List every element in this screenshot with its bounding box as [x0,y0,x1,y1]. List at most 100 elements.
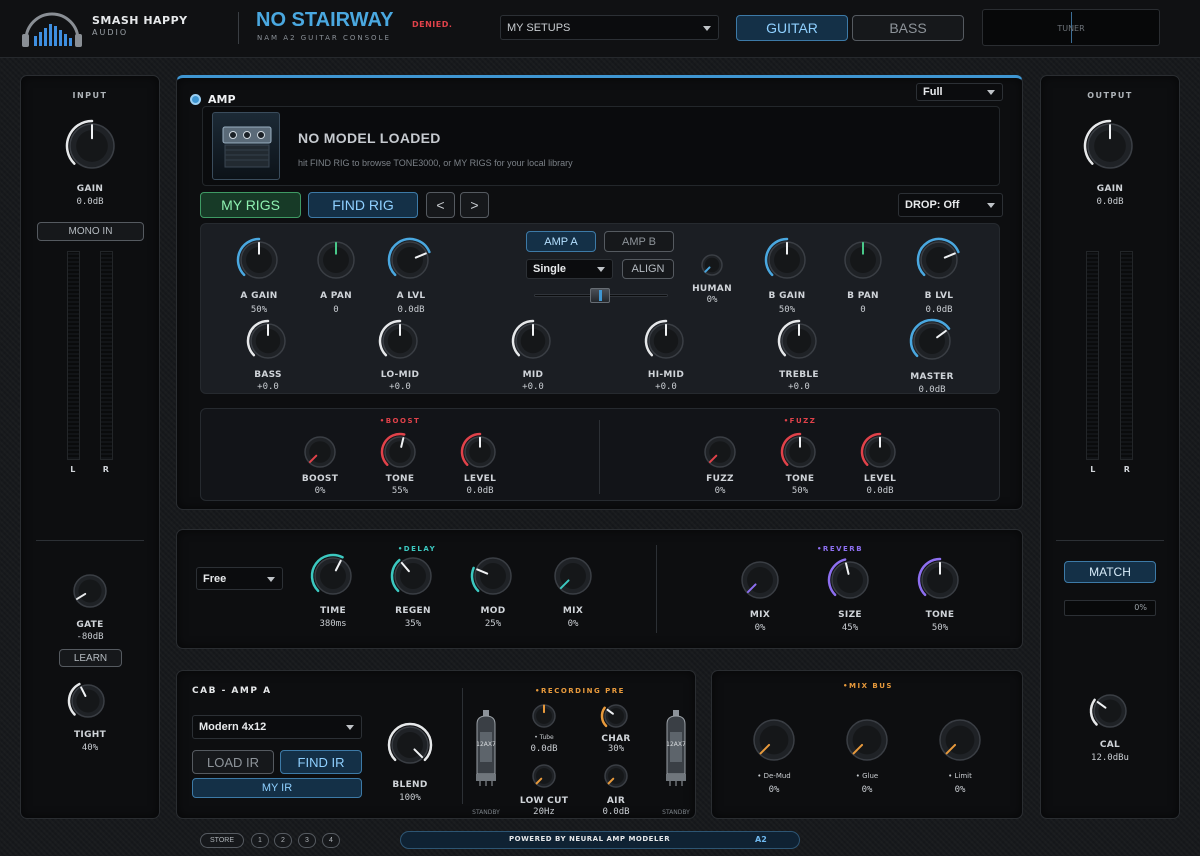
reverb-knob-value: 0% [754,623,766,633]
reverb-knob-label: SIZE [838,610,862,620]
lo-mid-knob[interactable] [377,318,423,364]
tight-knob[interactable] [66,679,110,723]
chevron-down-icon [267,576,275,582]
eq-knob-label: LO-MID [380,370,420,380]
preset-slot-1[interactable]: 1 [251,833,269,848]
char-knob[interactable] [599,699,633,733]
tube-drive-knob[interactable] [527,699,561,733]
output-divider [1056,540,1164,541]
denied-badge: DENIED. [412,20,453,29]
amp-top-knob-label: A GAIN [240,291,278,301]
human-knob[interactable] [696,249,728,281]
tab-guitar[interactable]: GUITAR [736,15,848,41]
bass-knob[interactable] [245,318,291,364]
a-gain-knob[interactable] [235,236,283,284]
drop-tuning-dropdown[interactable]: DROP: Off [898,193,1003,217]
reverb-size-knob[interactable] [826,556,874,604]
tuner-display[interactable]: TUNER [982,9,1160,46]
preset-slot-4[interactable]: 4 [322,833,340,848]
next-rig-button[interactable]: > [460,192,489,218]
b-pan-knob[interactable] [839,236,887,284]
brand-logo [20,10,84,48]
input-meter-left [67,251,80,460]
my-rigs-button[interactable]: MY RIGS [200,192,301,218]
mid-knob[interactable] [510,318,556,364]
amp-blend-slider-handle[interactable] [590,288,610,303]
learn-button[interactable]: LEARN [59,649,122,667]
delay-sync-dropdown[interactable]: Free [196,567,283,590]
amp-a-button[interactable]: AMP A [526,231,596,252]
boost-level-knob[interactable] [459,431,501,473]
amp-b-button[interactable]: AMP B [604,231,674,252]
reverb-tone-knob[interactable] [916,556,964,604]
gate-knob[interactable] [68,569,112,613]
glue-knob[interactable] [841,714,893,766]
model-title: NO MODEL LOADED [298,130,441,146]
input-divider [36,540,144,541]
cal-knob[interactable] [1088,689,1132,733]
find-rig-button[interactable]: FIND RIG [308,192,418,218]
setups-dropdown[interactable]: MY SETUPS [500,15,719,40]
align-button[interactable]: ALIGN [622,259,674,279]
fuzz-tone-knob[interactable] [779,431,821,473]
delay-mod-knob[interactable] [469,552,517,600]
master-knob[interactable] [908,317,956,365]
cab-model-dropdown[interactable]: Modern 4x12 [192,715,362,739]
reverb-mix-knob[interactable] [736,556,784,604]
tuner-label: TUNER [1057,24,1085,33]
model-display[interactable] [202,106,1000,186]
a-pan-knob[interactable] [312,236,360,284]
fuzz-knob-label: TONE [785,474,815,484]
amp-routing-dropdown[interactable]: Single [526,259,613,279]
hi-mid-knob[interactable] [643,318,689,364]
eq-knob-value: +0.0 [257,382,279,392]
cab-blend-knob[interactable] [386,721,434,769]
amp-mode-dropdown[interactable]: Full [916,83,1003,101]
tube-right-label: 12AX7 [666,741,686,748]
prev-rig-button[interactable]: < [426,192,455,218]
limit-knob[interactable] [934,714,986,766]
low-cut-value: 20Hz [533,807,555,817]
eq-knob-value: +0.0 [389,382,411,392]
cab-blend-label: BLEND [392,780,428,790]
fuzz-level-knob[interactable] [859,431,901,473]
tube-value: 0.0dB [530,744,558,754]
my-ir-button[interactable]: MY IR [192,778,362,798]
chevron-down-icon [987,203,995,208]
a-lvl-knob[interactable] [386,236,434,284]
preset-slot-2[interactable]: 2 [274,833,292,848]
mono-in-button[interactable]: MONO IN [37,222,144,241]
fuzz-knob-value: 0.0dB [866,486,894,496]
output-gain-knob[interactable] [1082,118,1138,174]
char-value: 30% [607,744,625,754]
eq-knob-value: +0.0 [655,382,677,392]
cab-divider [462,688,463,804]
delay-knob-value: 25% [484,619,502,629]
treble-knob[interactable] [776,318,822,364]
de-mud-knob[interactable] [748,714,800,766]
boost-tone-knob[interactable] [379,431,421,473]
tight-label: TIGHT [73,730,107,740]
delay-regen-knob[interactable] [389,552,437,600]
input-gain-knob[interactable] [64,118,120,174]
delay-knob-value: 380ms [319,619,347,629]
amp-power-toggle[interactable] [190,94,201,105]
fuzz-knob[interactable] [699,431,741,473]
b-lvl-knob[interactable] [915,236,963,284]
amp-top-knob-value: 0.0dB [925,305,953,315]
delay-mix-knob[interactable] [549,552,597,600]
amp-top-knob-value: 0.0dB [397,305,425,315]
tab-bass[interactable]: BASS [852,15,964,41]
air-knob[interactable] [599,759,633,793]
low-cut-knob[interactable] [527,759,561,793]
match-button[interactable]: MATCH [1064,561,1156,583]
find-ir-button[interactable]: FIND IR [280,750,362,774]
boost-knob[interactable] [299,431,341,473]
load-ir-button[interactable]: LOAD IR [192,750,274,774]
tight-value: 40% [81,743,99,753]
b-gain-knob[interactable] [763,236,811,284]
delay-time-knob[interactable] [309,552,357,600]
preset-slot-3[interactable]: 3 [298,833,316,848]
store-button[interactable]: STORE [200,833,244,848]
fuzz-knob-label: FUZZ [706,474,734,484]
